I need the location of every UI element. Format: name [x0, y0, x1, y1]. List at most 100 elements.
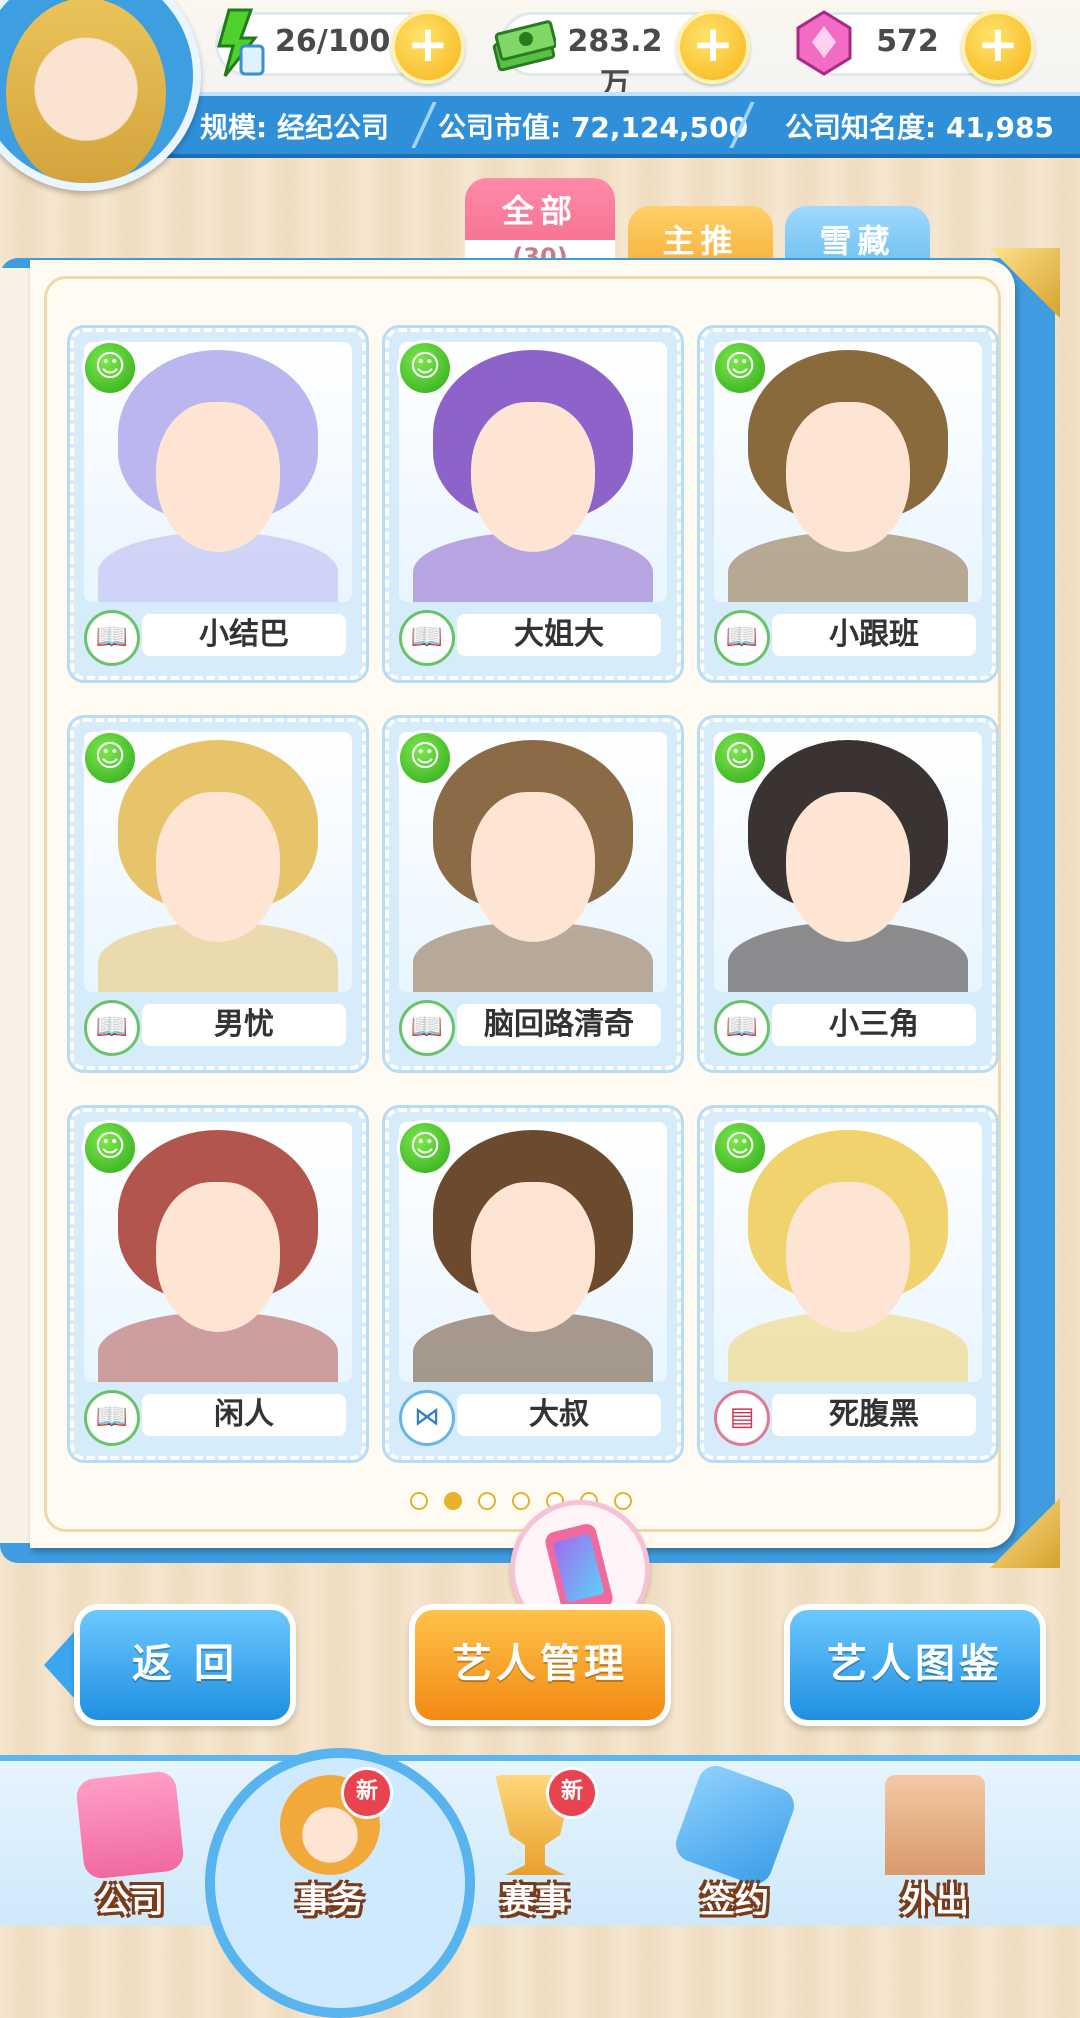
artist-name: 小跟班: [772, 614, 976, 656]
book-icon: 📖: [714, 1000, 770, 1056]
back-button[interactable]: 返 回: [80, 1610, 290, 1720]
mood-smiley-icon: ☺: [82, 340, 138, 396]
company-scale: 规模: 经纪公司: [200, 111, 389, 144]
book-left-page-edge: [0, 268, 32, 1543]
artist-name-bar: 📖 大姐大: [399, 608, 667, 666]
book-icon: 📖: [84, 1000, 140, 1056]
company-market-value: 公司市值: 72,124,500: [438, 111, 749, 144]
artist-name: 男忧: [142, 1004, 346, 1046]
artist-name: 大姐大: [457, 614, 661, 656]
money-counter: 283.2万 +: [492, 10, 750, 102]
artist-card[interactable]: ☺ 📖 脑回路清奇: [385, 718, 681, 1070]
door-icon: [885, 1775, 985, 1875]
artist-name: 闲人: [142, 1394, 346, 1436]
nav-outing-label: 外出: [901, 1881, 969, 1921]
book-icon: 📖: [399, 1000, 455, 1056]
artist-name: 小结巴: [142, 614, 346, 656]
mood-smiley-icon: ☺: [712, 1120, 768, 1176]
mood-smiley-icon: ☺: [712, 730, 768, 786]
phone-screen: [552, 1533, 605, 1603]
book-icon: 📖: [399, 610, 455, 666]
artist-name: 死腹黑: [772, 1394, 976, 1436]
player-avatar[interactable]: [0, 0, 201, 191]
mood-smiley-icon: ☺: [82, 1120, 138, 1176]
page-dot[interactable]: [478, 1492, 496, 1510]
artist-card[interactable]: ☺ 📖 小三角: [700, 718, 996, 1070]
artist-name-bar: ▤ 死腹黑: [714, 1388, 982, 1446]
add-gem-button[interactable]: +: [961, 10, 1035, 84]
artist-name-bar: ⋈ 大叔: [399, 1388, 667, 1446]
pink-gem-icon: [796, 10, 852, 76]
nav-events-label: 赛事: [501, 1881, 569, 1921]
artist-card[interactable]: ☺ 📖 男忧: [70, 718, 366, 1070]
mood-smiley-icon: ☺: [397, 340, 453, 396]
artist-card[interactable]: ☺ 📖 小结巴: [70, 328, 366, 680]
tab-all-label: 全部: [501, 192, 578, 230]
page-dot[interactable]: [410, 1492, 428, 1510]
nav-company[interactable]: 公司: [55, 1770, 205, 1921]
book-icon: 📖: [84, 1390, 140, 1446]
artist-card[interactable]: ☺ 📖 闲人: [70, 1108, 366, 1460]
mood-smiley-icon: ☺: [82, 730, 138, 786]
artist-catalog-button[interactable]: 艺人图鉴: [790, 1610, 1040, 1720]
artist-name-bar: 📖 闲人: [84, 1388, 352, 1446]
bow-icon: ⋈: [399, 1390, 455, 1446]
phone-icon: [543, 1521, 615, 1619]
add-money-button[interactable]: +: [676, 10, 750, 84]
artist-face: [156, 792, 280, 942]
avatar-portrait: [6, 0, 166, 183]
add-energy-button[interactable]: +: [391, 10, 465, 84]
artist-face: [786, 402, 910, 552]
nav-events[interactable]: 新 赛事: [460, 1767, 610, 1921]
artist-manage-button[interactable]: 艺人管理: [415, 1610, 665, 1720]
nav-outing[interactable]: 外出: [860, 1775, 1010, 1921]
nav-affairs[interactable]: 新 事务: [255, 1767, 405, 1921]
artist-name: 脑回路清奇: [457, 1004, 661, 1046]
artist-face: [471, 1182, 595, 1332]
mood-smiley-icon: ☺: [712, 340, 768, 396]
artist-face: [786, 1182, 910, 1332]
nav-affairs-label: 事务: [296, 1881, 364, 1921]
page-dot[interactable]: [614, 1492, 632, 1510]
artist-name-bar: 📖 小结巴: [84, 608, 352, 666]
artist-card[interactable]: ☺ ⋈ 大叔: [385, 1108, 681, 1460]
artist-face: [156, 402, 280, 552]
divider: [411, 102, 437, 148]
artist-name-bar: 📖 小三角: [714, 998, 982, 1056]
artist-face: [786, 792, 910, 942]
mood-smiley-icon: ☺: [397, 1120, 453, 1176]
energy-counter: 26/100 +: [215, 8, 465, 84]
nav-sign[interactable]: 签约: [660, 1760, 810, 1921]
mood-smiley-icon: ☺: [397, 730, 453, 786]
gem-counter: 572 +: [796, 10, 1035, 84]
artist-face: [156, 1182, 280, 1332]
artist-card[interactable]: ☺ ▤ 死腹黑: [700, 1108, 996, 1460]
film-icon: ▤: [714, 1390, 770, 1446]
gem-value: 572: [876, 24, 939, 59]
artist-card[interactable]: ☺ 📖 大姐大: [385, 328, 681, 680]
artist-name-bar: 📖 脑回路清奇: [399, 998, 667, 1056]
nav-company-label: 公司: [96, 1881, 164, 1921]
top-resource-bar: 26/100 + 283.2万 + 572 + 规模: 经纪公司 公司市值: 7…: [0, 0, 1080, 191]
artist-name-bar: 📖 小跟班: [714, 608, 982, 666]
energy-hourglass-icon: [217, 8, 265, 77]
artist-name-bar: 📖 男忧: [84, 998, 352, 1056]
new-badge: 新: [546, 1767, 598, 1819]
artist-face: [471, 402, 595, 552]
artist-card[interactable]: ☺ 📖 小跟班: [700, 328, 996, 680]
company-fame: 公司知名度: 41,985: [785, 111, 1054, 144]
page-dot[interactable]: [444, 1492, 462, 1510]
energy-value: 26/100: [275, 24, 391, 59]
company-stats-bar: 规模: 经纪公司 公司市值: 72,124,500 公司知名度: 41,985: [150, 92, 1080, 158]
building-icon: [75, 1770, 185, 1880]
book-icon: 📖: [84, 610, 140, 666]
artist-name: 小三角: [772, 1004, 976, 1046]
book-icon: 📖: [714, 610, 770, 666]
cash-stack-icon: [492, 20, 556, 72]
nav-sign-label: 签约: [701, 1881, 769, 1921]
artist-face: [471, 792, 595, 942]
page-dot[interactable]: [512, 1492, 530, 1510]
artist-name: 大叔: [457, 1394, 661, 1436]
new-badge: 新: [341, 1767, 393, 1819]
contract-icon: [670, 1760, 800, 1890]
